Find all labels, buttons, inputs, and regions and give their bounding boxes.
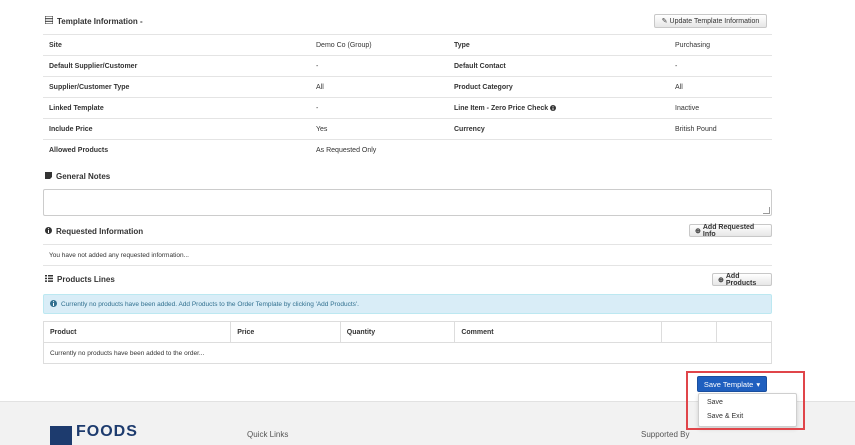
template-info-heading: Template Information - xyxy=(44,15,143,26)
list-icon xyxy=(44,15,54,26)
caret-down-icon: ▾ xyxy=(756,379,761,389)
plus-circle-icon: ⊕ xyxy=(718,276,724,284)
info-value: Inactive xyxy=(675,105,700,112)
info-row: Supplier/Customer Type All Product Categor… xyxy=(43,76,772,98)
info-label: Allowed Products xyxy=(49,147,109,154)
info-row: Linked Template - Line Item - Zero Price C… xyxy=(43,97,772,119)
logo-mark-icon xyxy=(50,426,72,445)
info-label: Site xyxy=(49,42,62,49)
add-products-button[interactable]: ⊕ Add Products xyxy=(712,273,772,287)
footer-supported-by: Supported By xyxy=(641,430,690,439)
info-circle-icon[interactable] xyxy=(550,105,556,113)
table-header-row: Product Price Quantity Comment xyxy=(42,321,772,343)
menu-item-save[interactable]: Save xyxy=(707,399,723,406)
column-header xyxy=(716,321,772,343)
products-info-alert: Currently no products have been added. A… xyxy=(43,294,772,314)
table-row: Currently no products have been added to… xyxy=(43,342,772,364)
menu-item-save-exit[interactable]: Save & Exit xyxy=(707,413,743,420)
info-value: All xyxy=(316,84,324,91)
requested-info-empty-row: You have not added any requested informa… xyxy=(43,244,772,266)
column-header: Product xyxy=(42,321,232,343)
template-info-title: Template Information - xyxy=(57,16,143,26)
column-header xyxy=(661,321,718,343)
info-label: Line Item - Zero Price Check xyxy=(454,105,549,112)
add-requested-info-button[interactable]: ⊕ Add Requested Info xyxy=(689,224,772,238)
requested-info-heading: Requested Information xyxy=(45,227,143,236)
column-header: Quantity xyxy=(339,321,456,343)
info-row: Site Demo Co (Group) Type Purchasing xyxy=(43,34,772,56)
column-header: Comment xyxy=(454,321,663,343)
column-header: Price xyxy=(230,321,341,343)
info-value: Yes xyxy=(316,126,328,133)
info-circle-icon xyxy=(50,299,57,309)
info-label: Type xyxy=(454,42,470,49)
info-circle-icon xyxy=(45,227,52,236)
info-label: Default Contact xyxy=(454,63,506,70)
info-value: Demo Co (Group) xyxy=(316,42,372,49)
edit-icon: ✎ xyxy=(661,18,668,25)
save-dropdown-menu: Save Save & Exit xyxy=(698,393,797,427)
info-row: Allowed Products As Requested Only xyxy=(43,139,772,161)
general-notes-textarea[interactable] xyxy=(43,189,772,216)
info-value: - xyxy=(675,63,678,70)
info-label: Default Supplier/Customer xyxy=(49,63,138,70)
info-label: Include Price xyxy=(49,126,93,133)
info-value: - xyxy=(316,105,319,112)
plus-circle-icon: ⊕ xyxy=(695,227,701,235)
footer-logo-text: FOODS xyxy=(76,423,138,440)
note-icon xyxy=(45,172,52,181)
save-template-button[interactable]: Save Template ▾ xyxy=(697,376,767,392)
info-value: All xyxy=(675,84,683,91)
info-label: Linked Template xyxy=(49,105,104,112)
info-row: Default Supplier/Customer - Default Contac… xyxy=(43,55,772,77)
footer-quick-links: Quick Links xyxy=(247,430,289,439)
list-lines-icon xyxy=(45,275,53,284)
info-label: Currency xyxy=(454,126,485,133)
info-value: British Pound xyxy=(675,126,717,133)
products-heading: Products Lines xyxy=(45,275,115,284)
info-value: Purchasing xyxy=(675,42,711,49)
info-value: As Requested Only xyxy=(316,147,377,154)
requested-info-empty-text: You have not added any requested informa… xyxy=(49,252,189,259)
update-template-button[interactable]: ✎ Update Template Information xyxy=(654,14,767,28)
products-empty-text: Currently no products have been added to… xyxy=(43,342,772,364)
products-table: Product Price Quantity Comment Currently… xyxy=(42,321,772,364)
info-value: - xyxy=(316,63,319,70)
general-notes-heading: General Notes xyxy=(45,172,110,181)
resize-grip-icon[interactable] xyxy=(763,207,770,214)
info-label: Product Category xyxy=(454,84,513,91)
info-label: Supplier/Customer Type xyxy=(49,84,130,91)
info-row: Include Price Yes Currency British Pound xyxy=(43,118,772,140)
